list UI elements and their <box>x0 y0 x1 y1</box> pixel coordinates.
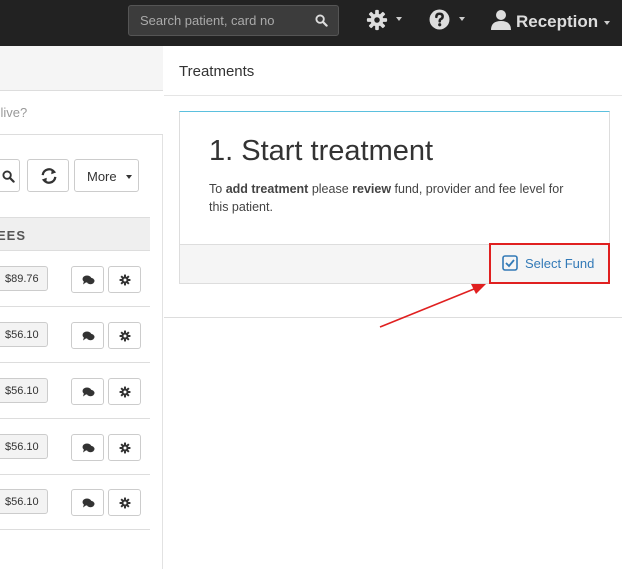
settings-button[interactable] <box>108 378 141 405</box>
text-part: please <box>308 182 353 196</box>
settings-button[interactable] <box>108 266 141 293</box>
more-button-label: More <box>87 169 117 184</box>
left-panel-header <box>0 46 163 91</box>
gear-icon <box>119 442 131 454</box>
fees-header-text: EES <box>0 228 27 243</box>
user-name-text: Reception <box>516 12 599 31</box>
text-bold: review <box>352 182 392 196</box>
user-name[interactable]: Reception <box>516 12 611 32</box>
search-button[interactable] <box>0 159 20 192</box>
fee-price-button[interactable]: $56.10 <box>0 378 48 403</box>
search-box <box>128 5 339 36</box>
treatments-panel: Treatments 1. Start treatment To add tre… <box>164 46 622 569</box>
search-icon[interactable] <box>315 14 328 27</box>
fee-price: $89.76 <box>5 273 39 285</box>
chevron-down-icon <box>396 17 402 21</box>
fee-row: $56.10 <box>0 307 150 363</box>
fee-price-button[interactable]: $56.10 <box>0 434 48 459</box>
question-prompt: nt live? <box>0 91 163 135</box>
comment-button[interactable] <box>71 322 104 349</box>
gear-icon <box>119 386 131 398</box>
fee-price: $56.10 <box>5 385 39 397</box>
refresh-icon <box>41 168 57 184</box>
comment-button[interactable] <box>71 266 104 293</box>
left-panel: nt live? More EES $89.76 $56.10 <box>0 46 163 569</box>
chevron-down-icon <box>459 17 465 21</box>
comments-icon <box>82 387 95 397</box>
settings-menu[interactable] <box>366 9 402 36</box>
gear-icon <box>366 9 388 31</box>
text-bold: add treatment <box>225 182 309 196</box>
search-input[interactable] <box>129 6 309 35</box>
fee-row: $56.10 <box>0 363 150 419</box>
chevron-down-icon <box>604 20 611 25</box>
comment-button[interactable] <box>71 489 104 516</box>
settings-button[interactable] <box>108 489 141 516</box>
fee-row: $56.10 <box>0 474 150 530</box>
comments-icon <box>82 498 95 508</box>
fee-price-button[interactable]: $89.76 <box>0 266 48 291</box>
comments-icon <box>82 275 95 285</box>
card-title: 1. Start treatment <box>209 135 434 167</box>
settings-button[interactable] <box>108 434 141 461</box>
settings-button[interactable] <box>108 322 141 349</box>
fee-price-button[interactable]: $56.10 <box>0 322 48 347</box>
gear-icon <box>119 274 131 286</box>
user-menu[interactable] <box>490 9 512 36</box>
help-menu[interactable] <box>429 9 465 35</box>
comment-button[interactable] <box>71 434 104 461</box>
gear-icon <box>119 330 131 342</box>
chevron-down-icon <box>126 175 132 179</box>
gear-icon <box>119 497 131 509</box>
fee-price: $56.10 <box>5 441 39 453</box>
highlight-box <box>489 243 610 284</box>
card-instructions: To add treatment please review fund, pro… <box>209 180 579 216</box>
fee-price-button[interactable]: $56.10 <box>0 489 48 514</box>
user-icon <box>491 10 511 30</box>
treatments-header: Treatments <box>164 46 622 96</box>
comments-icon <box>82 331 95 341</box>
fee-row: $89.76 <box>0 251 150 307</box>
page-title: Treatments <box>179 63 255 80</box>
refresh-button[interactable] <box>27 159 69 192</box>
text-part: To <box>209 182 226 196</box>
search-icon <box>2 170 15 183</box>
question-text: nt live? <box>0 105 28 120</box>
fee-price: $56.10 <box>5 496 39 508</box>
comments-icon <box>82 443 95 453</box>
more-button[interactable]: More <box>74 159 139 192</box>
top-navbar: Reception <box>0 0 622 46</box>
help-icon <box>429 9 450 30</box>
fees-column-header: EES <box>0 217 150 251</box>
fee-row: $56.10 <box>0 419 150 475</box>
treatments-body: 1. Start treatment To add treatment plea… <box>164 96 622 318</box>
comment-button[interactable] <box>71 378 104 405</box>
fee-price: $56.10 <box>5 329 39 341</box>
